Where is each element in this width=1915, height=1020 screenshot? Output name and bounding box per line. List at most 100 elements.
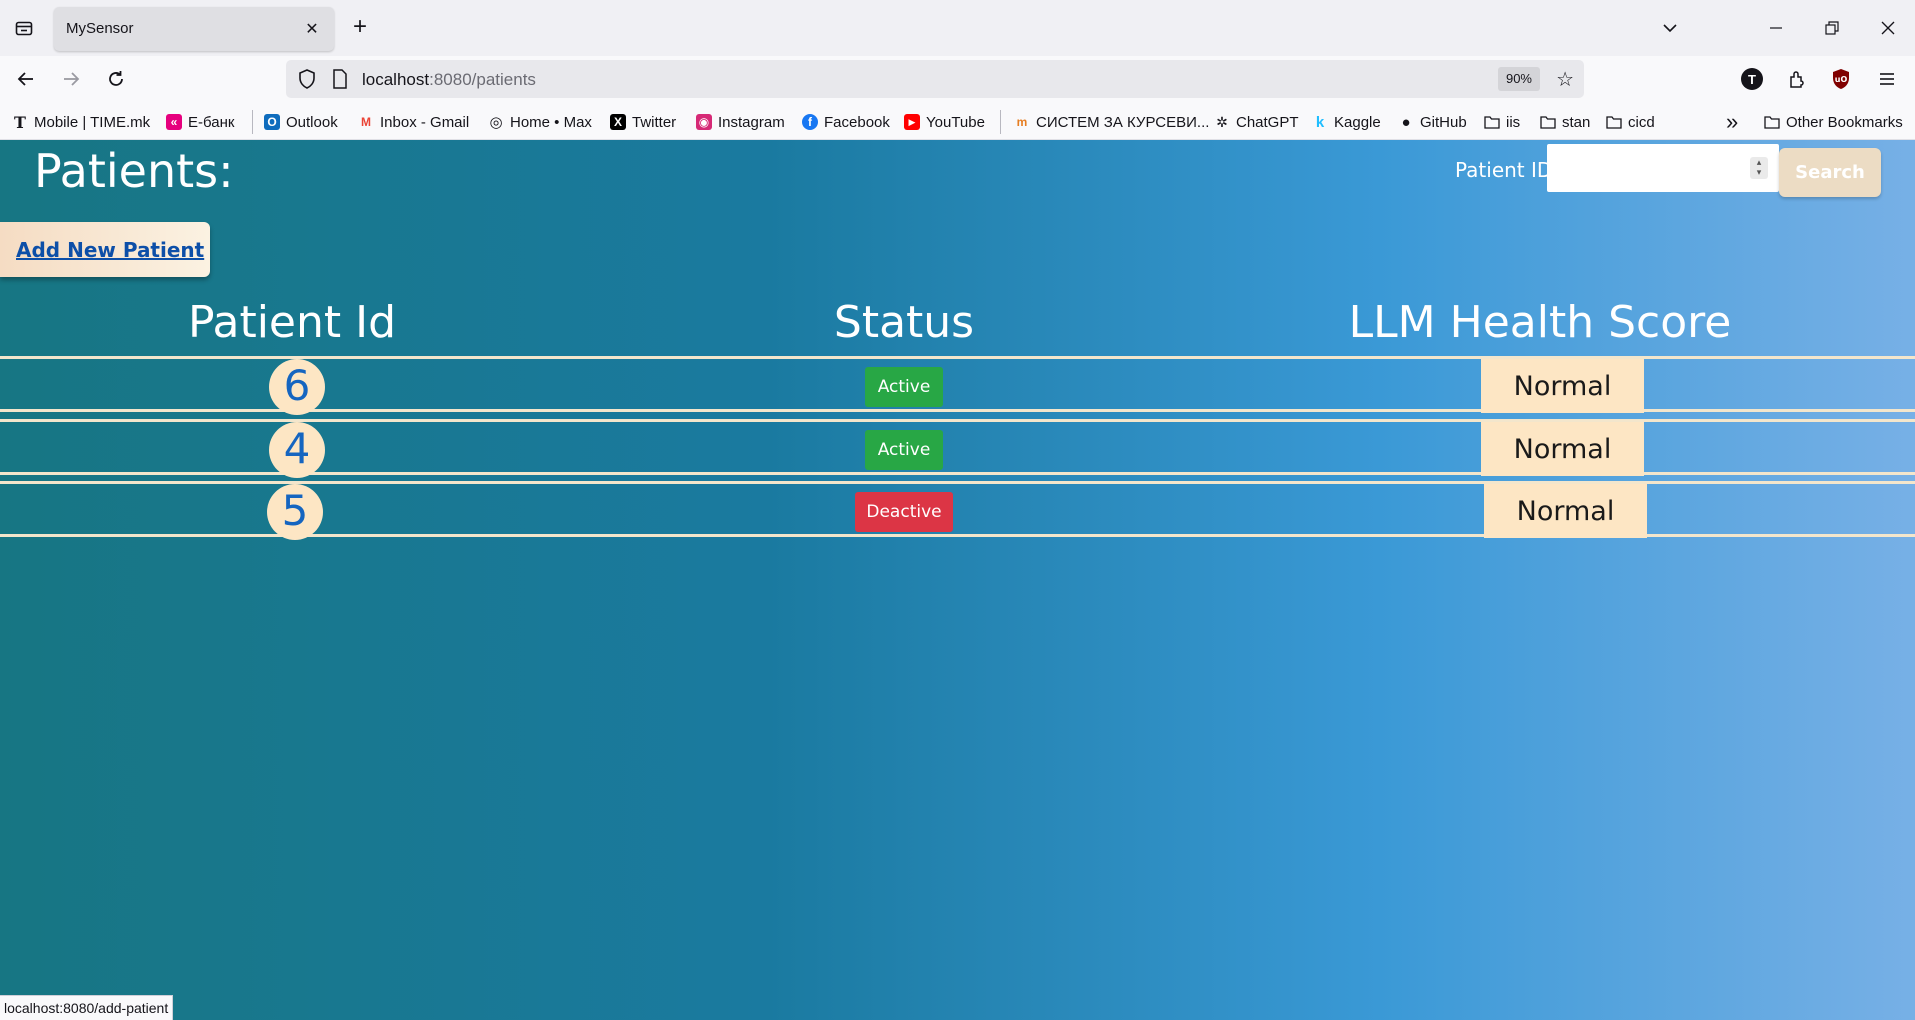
ublock-icon[interactable]: uO bbox=[1826, 64, 1856, 94]
close-window-icon[interactable] bbox=[1870, 12, 1906, 44]
e-bank-icon: « bbox=[166, 114, 182, 130]
github-icon: ● bbox=[1401, 113, 1411, 131]
restore-icon[interactable] bbox=[1814, 12, 1850, 44]
patient-id-label: Patient ID: bbox=[1455, 158, 1560, 182]
menu-icon[interactable] bbox=[1872, 64, 1902, 94]
status-badge: Active bbox=[865, 430, 943, 470]
globe-icon: ◎ bbox=[489, 114, 503, 131]
table-row: 6 Active Normal bbox=[0, 356, 1915, 415]
profile-initial: T bbox=[1741, 68, 1763, 90]
patient-id-badge: 6 bbox=[269, 359, 325, 415]
bookmark-label: stan bbox=[1562, 113, 1591, 131]
url-bar[interactable]: localhost:8080/patients 90% ☆ bbox=[286, 60, 1584, 98]
bookmark-other-bookmarks[interactable]: Other Bookmarks bbox=[1764, 112, 1903, 132]
bookmark-course-system[interactable]: m СИСТЕМ ЗА КУРСЕВИ... bbox=[1014, 112, 1210, 132]
time-mk-icon: T bbox=[14, 112, 26, 132]
back-icon[interactable] bbox=[10, 63, 42, 95]
close-tab-icon[interactable]: ✕ bbox=[300, 17, 324, 41]
bookmark-label: Outlook bbox=[286, 113, 338, 131]
bookmark-label: Mobile | TIME.mk bbox=[34, 113, 151, 131]
bookmark-facebook[interactable]: f Facebook bbox=[802, 112, 890, 132]
bookmark-label: iis bbox=[1506, 113, 1521, 131]
profile-avatar[interactable]: T bbox=[1737, 64, 1767, 94]
bookmark-label: Home • Max bbox=[510, 113, 592, 131]
bookmark-label: ChatGPT bbox=[1236, 113, 1299, 131]
forward-icon[interactable] bbox=[55, 63, 87, 95]
patient-id-badge: 5 bbox=[267, 484, 323, 540]
search-button[interactable]: Search bbox=[1779, 148, 1881, 197]
bookmark-home-max[interactable]: ◎ Home • Max bbox=[488, 112, 592, 132]
bookmark-label: Facebook bbox=[824, 113, 890, 131]
health-score: Normal bbox=[1481, 422, 1644, 476]
bookmark-label: cicd bbox=[1628, 113, 1655, 131]
bookmark-label: GitHub bbox=[1420, 113, 1467, 131]
navigation-bar: localhost:8080/patients 90% ☆ T uO bbox=[0, 56, 1915, 102]
bookmark-folder-iis[interactable]: iis bbox=[1484, 112, 1520, 132]
instagram-icon: ◉ bbox=[696, 114, 712, 130]
status-badge: Active bbox=[865, 367, 943, 407]
bookmark-instagram[interactable]: ◉ Instagram bbox=[696, 112, 785, 132]
page-title: Patients: bbox=[34, 144, 234, 198]
bookmarks-overflow-icon[interactable]: » bbox=[1726, 109, 1738, 134]
kaggle-icon: k bbox=[1315, 113, 1325, 131]
bookmark-label: Other Bookmarks bbox=[1786, 113, 1903, 131]
table-row: 5 Deactive Normal bbox=[0, 481, 1915, 540]
health-score: Normal bbox=[1481, 359, 1644, 413]
url-path: :8080/patients bbox=[429, 70, 536, 89]
bookmark-gmail[interactable]: M Inbox - Gmail bbox=[358, 112, 469, 132]
folder-icon bbox=[1606, 114, 1622, 130]
minimize-icon[interactable] bbox=[1758, 12, 1794, 44]
folder-icon bbox=[1764, 114, 1780, 130]
bookmark-e-bank[interactable]: « Е-банк bbox=[166, 112, 234, 132]
bookmark-kaggle[interactable]: k Kaggle bbox=[1312, 112, 1381, 132]
health-score: Normal bbox=[1484, 484, 1647, 538]
table-row: 4 Active Normal bbox=[0, 419, 1915, 478]
bookmark-label: Е-банк bbox=[188, 113, 235, 131]
bookmark-label: Instagram bbox=[718, 113, 785, 131]
bookmark-star-icon[interactable]: ☆ bbox=[1556, 67, 1574, 92]
svg-text:uO: uO bbox=[1835, 75, 1848, 84]
extensions-icon[interactable] bbox=[1782, 64, 1812, 94]
add-new-patient-link[interactable]: Add New Patient bbox=[16, 238, 204, 262]
youtube-icon: ▶ bbox=[904, 114, 920, 130]
patients-page: Patients: Patient ID: ▴ ▾ Search Add New … bbox=[0, 140, 1915, 1020]
chevron-down-icon[interactable] bbox=[1652, 12, 1688, 44]
moodle-icon: m bbox=[1016, 115, 1028, 129]
gmail-icon: M bbox=[361, 115, 371, 129]
bookmark-label: YouTube bbox=[926, 113, 985, 131]
bookmark-chatgpt[interactable]: ✲ ChatGPT bbox=[1214, 112, 1299, 132]
status-bar-url: localhost:8080/add-patient bbox=[0, 995, 174, 1020]
column-header-status: Status bbox=[833, 297, 975, 348]
bookmark-folder-stan[interactable]: stan bbox=[1540, 112, 1590, 132]
bookmark-folder-cicd[interactable]: cicd bbox=[1606, 112, 1655, 132]
page-info-icon[interactable] bbox=[332, 69, 348, 94]
bookmark-outlook[interactable]: O Outlook bbox=[264, 112, 338, 132]
spinner-arrows-icon[interactable]: ▴ ▾ bbox=[1750, 157, 1768, 179]
reload-icon[interactable] bbox=[100, 63, 132, 95]
new-tab-button[interactable]: + bbox=[346, 14, 374, 42]
outlook-icon: O bbox=[264, 114, 280, 130]
patient-id-input[interactable] bbox=[1547, 144, 1779, 192]
bookmark-time-mk[interactable]: T Mobile | TIME.mk bbox=[12, 112, 150, 132]
shield-icon[interactable] bbox=[298, 69, 316, 94]
tab-mysensor[interactable]: MySensor ✕ bbox=[54, 7, 334, 51]
bookmark-separator bbox=[1000, 110, 1001, 134]
facebook-icon: f bbox=[802, 114, 818, 130]
bookmark-separator bbox=[252, 110, 253, 134]
tab-list-icon[interactable] bbox=[8, 12, 40, 44]
chatgpt-icon: ✲ bbox=[1216, 113, 1228, 130]
url-text[interactable]: localhost:8080/patients bbox=[362, 70, 536, 90]
column-header-llm-health-score: LLM Health Score bbox=[1348, 297, 1732, 348]
add-new-patient-button[interactable]: Add New Patient bbox=[0, 222, 210, 277]
bookmark-label: Inbox - Gmail bbox=[380, 113, 470, 131]
bookmark-github[interactable]: ● GitHub bbox=[1398, 112, 1467, 132]
column-header-patient-id: Patient Id bbox=[187, 297, 397, 348]
folder-icon bbox=[1484, 114, 1500, 130]
tab-bar: MySensor ✕ + bbox=[0, 0, 1915, 56]
bookmark-youtube[interactable]: ▶ YouTube bbox=[904, 112, 985, 132]
zoom-level[interactable]: 90% bbox=[1497, 67, 1540, 91]
tab-title: MySensor bbox=[66, 20, 134, 37]
twitter-x-icon: X bbox=[610, 114, 626, 130]
status-badge: Deactive bbox=[855, 492, 953, 532]
bookmark-twitter[interactable]: X Twitter bbox=[610, 112, 676, 132]
